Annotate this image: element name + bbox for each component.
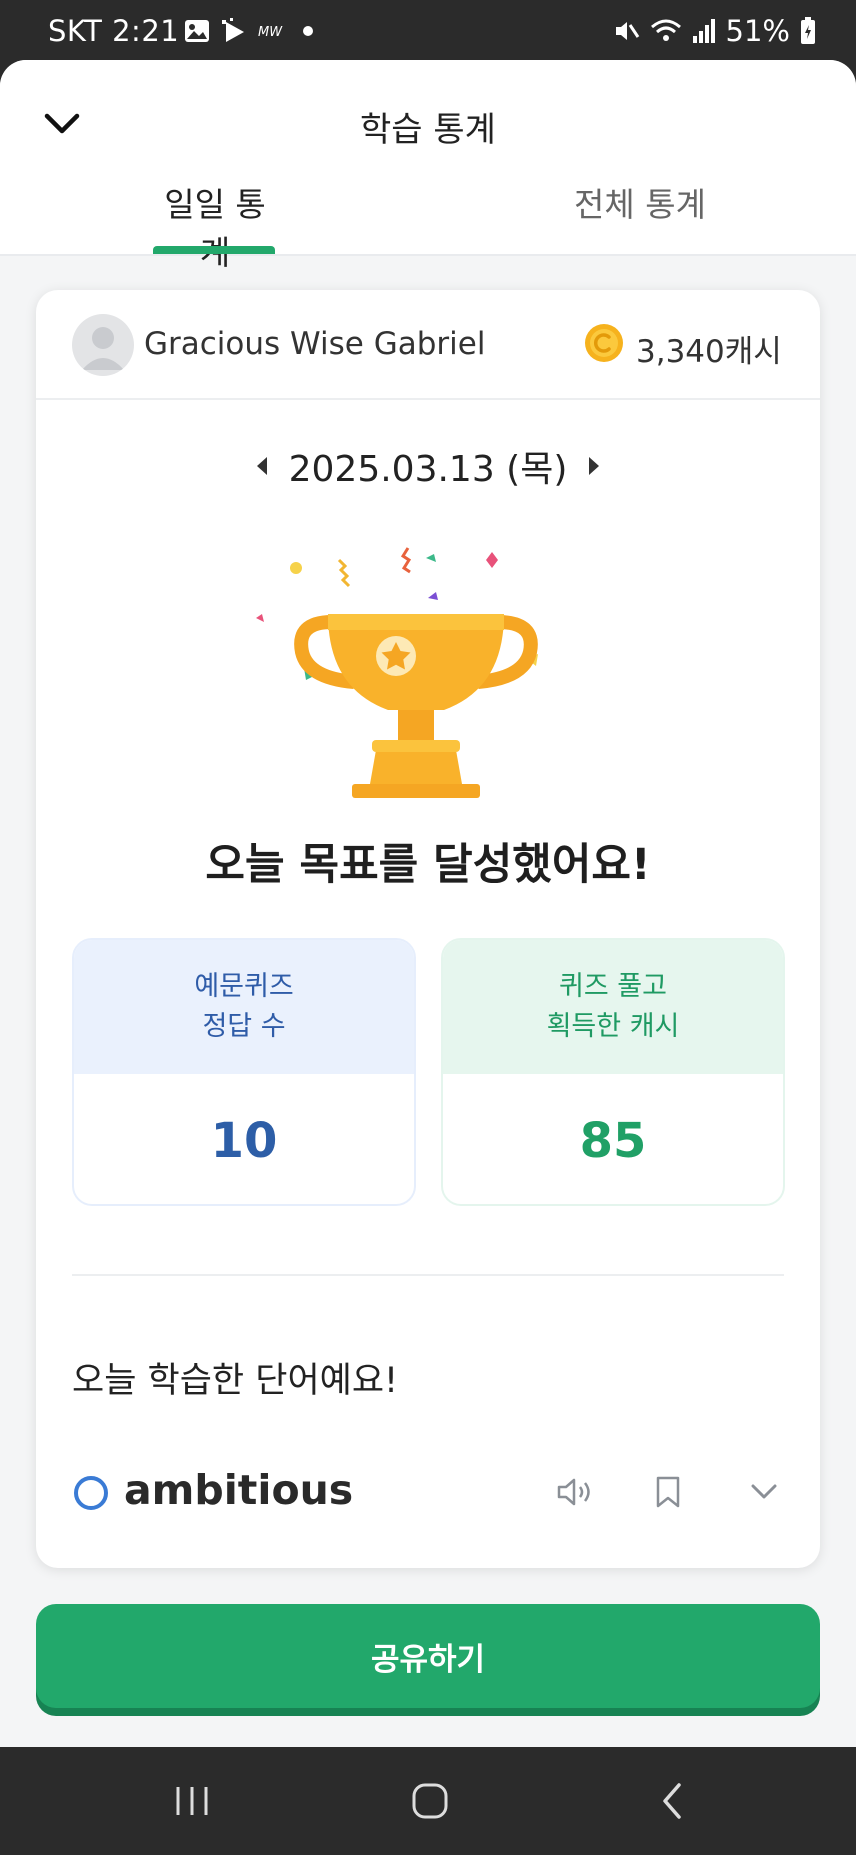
- svg-text:MW: MW: [258, 25, 283, 40]
- profile-row: Gracious Wise Gabriel 3,340캐시: [36, 290, 820, 400]
- cash-balance: 3,340캐시: [636, 334, 782, 370]
- words-heading: 오늘 학습한 단어예요!: [72, 1361, 399, 1401]
- active-tab-indicator: [153, 246, 275, 254]
- page-title: 학습 통계: [360, 110, 496, 150]
- chevron-down-icon: [751, 1484, 777, 1499]
- status-right: 51%: [612, 14, 816, 48]
- word-text: ambitious: [124, 1466, 354, 1514]
- signal-icon: [692, 19, 715, 43]
- home-icon: [412, 1783, 448, 1819]
- date-label: 2025.03.13 (목): [288, 449, 568, 490]
- previous-date-button[interactable]: [256, 457, 267, 475]
- stat-label: 퀴즈 풀고 획득한 캐시: [443, 940, 783, 1074]
- back-button[interactable]: [642, 1777, 702, 1825]
- tab-daily-stats[interactable]: 일일 통계: [150, 178, 280, 274]
- mute-icon: [615, 22, 639, 40]
- navigation-bar: [0, 1747, 856, 1855]
- play-icon: [222, 18, 244, 42]
- stat-label-line2: 정답 수: [202, 1011, 286, 1042]
- avatar: [72, 314, 134, 376]
- battery-percent: 51%: [725, 14, 790, 48]
- username: Gracious Wise Gabriel: [144, 326, 486, 362]
- mw-icon: MW: [258, 25, 283, 40]
- cash-earned-stat: 퀴즈 풀고 획득한 캐시 85: [441, 938, 785, 1206]
- circle-icon: [74, 1476, 108, 1510]
- status-time: SKT 2:21: [48, 14, 180, 48]
- expand-button[interactable]: [742, 1470, 786, 1514]
- share-button[interactable]: 공유하기: [36, 1604, 820, 1708]
- trophy-icon: [256, 547, 538, 798]
- bookmark-icon: [656, 1476, 680, 1508]
- stat-label: 예문퀴즈 정답 수: [74, 940, 414, 1074]
- dot-icon: [303, 26, 313, 36]
- quiz-correct-stat: 예문퀴즈 정답 수 10: [72, 938, 416, 1206]
- stat-value: 10: [210, 1113, 278, 1169]
- speaker-icon: [557, 1478, 590, 1506]
- coin-icon: [585, 324, 623, 362]
- achievement-message: 오늘 목표를 달성했어요!: [205, 840, 651, 890]
- stats-card: Gracious Wise Gabriel 3,340캐시 2025.03.13…: [36, 290, 820, 1568]
- recent-apps-button[interactable]: [162, 1777, 222, 1825]
- recent-apps-icon: [176, 1787, 208, 1815]
- header: 학습 통계 일일 통계 전체 통계: [0, 60, 856, 272]
- main-sheet: 학습 통계 일일 통계 전체 통계 Gracious Wise Gabriel …: [0, 60, 856, 1747]
- divider: [72, 1274, 784, 1276]
- wifi-icon: [650, 19, 681, 41]
- status-left-icons: MW: [184, 18, 314, 44]
- list-item[interactable]: ambitious: [36, 1442, 820, 1542]
- home-button[interactable]: [400, 1777, 460, 1825]
- back-icon: [663, 1783, 681, 1819]
- stat-value: 85: [579, 1113, 647, 1169]
- stat-label-line2: 획득한 캐시: [546, 1011, 680, 1042]
- stat-label-line1: 퀴즈 풀고: [559, 971, 667, 1002]
- date-selector: 2025.03.13 (목): [36, 440, 820, 492]
- battery-icon: [801, 17, 815, 44]
- tab-total-stats[interactable]: 전체 통계: [560, 178, 720, 226]
- gallery-icon: [185, 20, 209, 42]
- bookmark-button[interactable]: [646, 1470, 690, 1514]
- speaker-button[interactable]: [554, 1470, 598, 1514]
- status-bar: SKT 2:21 MW 51%: [0, 0, 856, 60]
- stat-label-line1: 예문퀴즈: [194, 971, 294, 1002]
- next-date-button[interactable]: [589, 457, 600, 475]
- user-icon: [82, 327, 124, 370]
